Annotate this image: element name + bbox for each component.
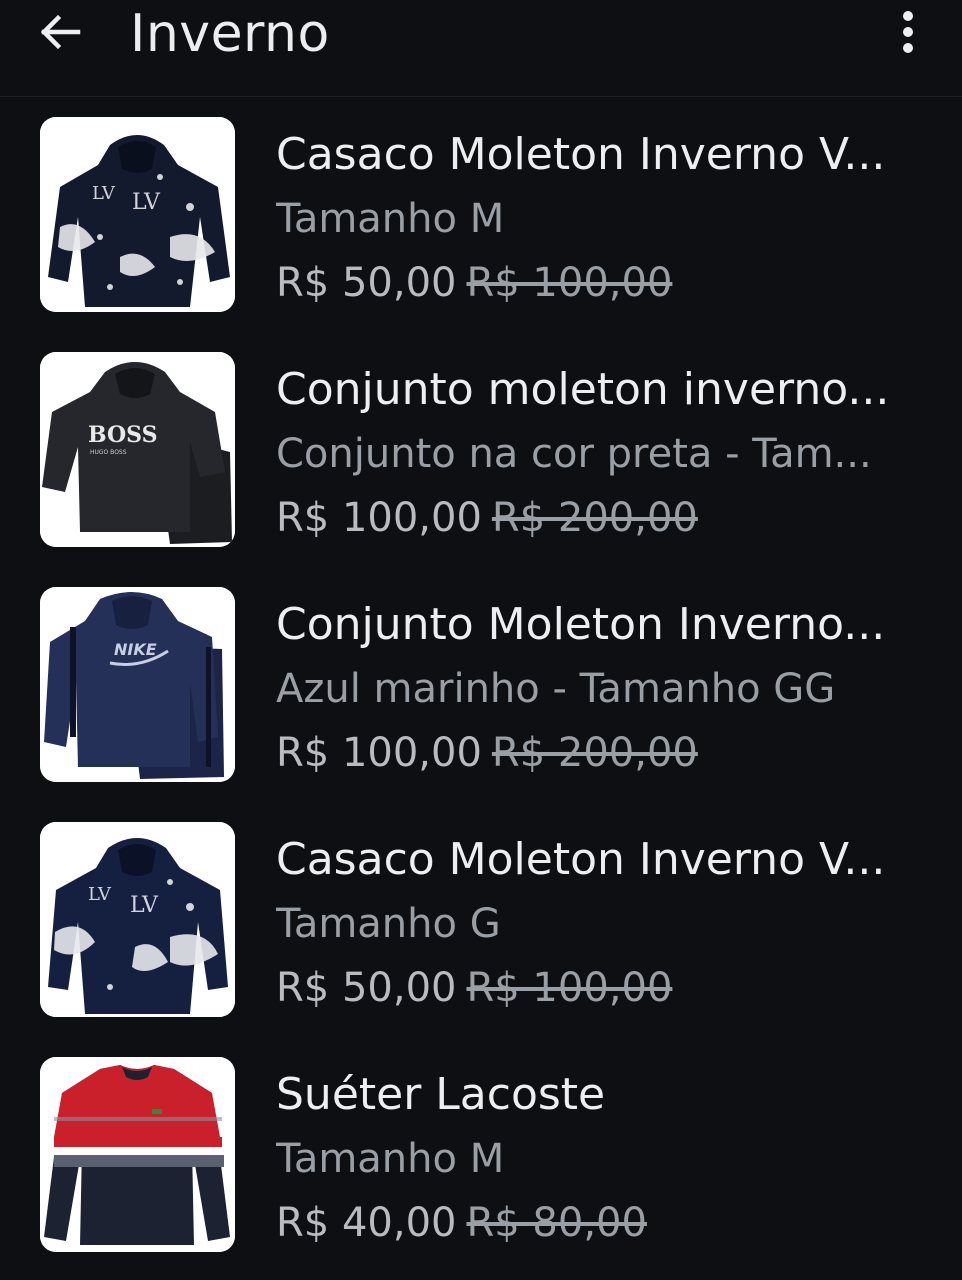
svg-text:LV: LV [92,183,116,204]
product-prices: R$ 100,00 R$ 200,00 [276,488,936,548]
product-price: R$ 50,00 [276,965,457,1011]
product-description: Tamanho G [276,901,501,947]
product-price: R$ 100,00 [276,495,482,541]
product-old-price: R$ 100,00 [466,260,673,306]
product-name: Casaco Moleton Inverno V... [276,129,886,180]
product-item[interactable]: NIKE Conjunto Moleton Inverno... Azul ma… [0,567,962,802]
svg-text:BOSS: BOSS [88,422,157,448]
product-item[interactable]: Suéter Lacoste Tamanho M R$ 40,00 R$ 80,0… [0,1037,962,1272]
svg-text:LV: LV [88,884,112,905]
back-button[interactable] [32,10,88,54]
product-old-price: R$ 200,00 [491,495,698,541]
more-options-button[interactable] [890,8,926,56]
svg-text:LV: LV [130,893,159,918]
page-title: Inverno [130,4,330,64]
product-old-price: R$ 100,00 [466,965,673,1011]
product-item[interactable]: LV LV Casaco Moleton Inverno V... Tamanh… [0,802,962,1037]
product-thumbnail: NIKE [40,587,235,782]
app-header: Inverno [0,0,962,97]
hoodie-print-image: LV LV [40,117,235,312]
svg-text:HUGO BOSS: HUGO BOSS [90,449,127,456]
product-price: R$ 50,00 [276,260,457,306]
product-prices: R$ 100,00 R$ 200,00 [276,723,936,783]
product-description: Azul marinho - Tamanho GG [276,666,836,712]
product-prices: R$ 40,00 R$ 80,00 [276,1193,936,1253]
product-name: Conjunto moleton inverno... [276,364,890,415]
product-thumbnail [40,1057,235,1252]
product-description: Conjunto na cor preta - Tam... [276,431,872,477]
product-prices: R$ 50,00 R$ 100,00 [276,253,936,313]
hoodie-print-image: LV LV [40,822,235,1017]
product-name: Suéter Lacoste [276,1069,606,1120]
product-description: Tamanho M [276,196,505,242]
product-price: R$ 100,00 [276,730,482,776]
product-price: R$ 40,00 [276,1200,457,1246]
product-item[interactable]: LV LV Casaco Moleton Inverno V... Tamanh… [0,97,962,332]
product-item[interactable]: BOSS HUGO BOSS Conjunto moleton inverno.… [0,332,962,567]
product-name: Casaco Moleton Inverno V... [276,834,886,885]
product-thumbnail: LV LV [40,117,235,312]
product-description: Tamanho M [276,1136,505,1182]
boss-tracksuit-image: BOSS HUGO BOSS [40,352,235,547]
svg-text:LV: LV [132,190,161,215]
arrow-left-icon [40,14,81,50]
product-name: Conjunto Moleton Inverno... [276,599,886,650]
product-prices: R$ 50,00 R$ 100,00 [276,958,936,1018]
svg-text:NIKE: NIKE [114,640,157,659]
product-thumbnail: LV LV [40,822,235,1017]
product-thumbnail: BOSS HUGO BOSS [40,352,235,547]
nike-tracksuit-image: NIKE [40,587,235,782]
striped-sweater-image [40,1057,235,1252]
more-vertical-icon [903,11,913,53]
product-old-price: R$ 200,00 [491,730,698,776]
product-old-price: R$ 80,00 [466,1200,647,1246]
